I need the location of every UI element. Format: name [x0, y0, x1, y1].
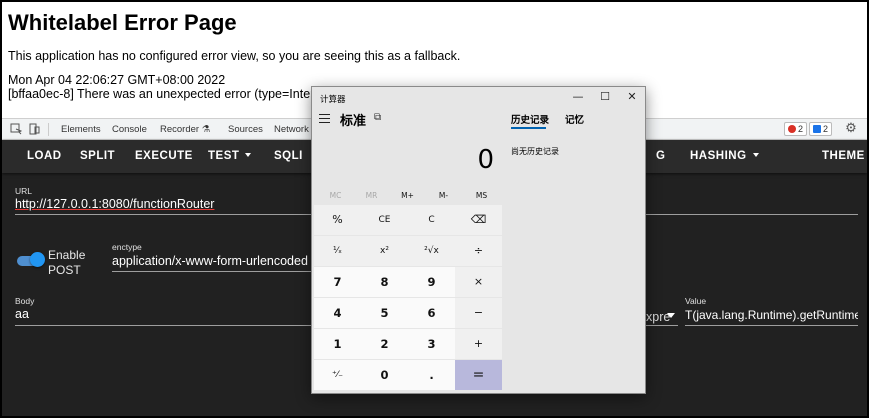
hamburger-menu-icon[interactable] [319, 114, 330, 123]
hashing-menu-label: HASHING [690, 150, 747, 162]
active-tab-indicator [511, 127, 546, 129]
body-underline [15, 325, 311, 326]
clear-entry-button[interactable]: CE [361, 205, 408, 235]
memory-store-button[interactable]: MS [458, 191, 505, 200]
enctype-label: enctype [112, 242, 142, 252]
digit-9-button[interactable]: 9 [408, 267, 455, 297]
digit-4-button[interactable]: 4 [314, 298, 361, 328]
load-button[interactable]: LOAD [27, 150, 62, 162]
error-icon [788, 125, 796, 133]
split-button[interactable]: SPLIT [80, 150, 115, 162]
digit-6-button[interactable]: 6 [408, 298, 455, 328]
calculator-window: 计算器 — ☐ ✕ 标准 ⧉ 0 历史记录 记忆 尚无历史记录 MC MR M+… [311, 86, 646, 394]
sqli-menu[interactable]: SQLI [274, 150, 303, 162]
test-menu[interactable]: TEST [208, 150, 252, 162]
tab-history[interactable]: 历史记录 [511, 112, 549, 126]
url-underline-right [646, 214, 858, 215]
value-label: Value [685, 296, 707, 306]
enctype-underline [112, 271, 311, 272]
history-empty-text: 尚无历史记录 [511, 147, 559, 156]
theme-button[interactable]: THEME [822, 150, 865, 162]
calculator-mode-title: 标准 [340, 114, 367, 129]
device-toolbar-icon[interactable] [28, 123, 40, 135]
tab-elements[interactable]: Elements [61, 124, 101, 135]
square-button[interactable]: x² [361, 236, 408, 266]
url-input[interactable]: http://127.0.0.1:8080/functionRouter [15, 197, 214, 211]
partial-menu[interactable]: G [656, 150, 665, 162]
value-underline [685, 325, 858, 326]
divide-button[interactable]: ÷ [455, 236, 502, 266]
calculator-display: 0 [477, 145, 494, 175]
hashing-menu[interactable]: HASHING [690, 150, 759, 162]
inspect-element-icon[interactable] [10, 123, 23, 135]
body-input[interactable]: aa [15, 307, 29, 321]
tab-recorder-label: Recorder [160, 124, 200, 135]
decimal-button[interactable]: . [408, 360, 455, 390]
chevron-down-icon [245, 153, 252, 157]
error-message: [bffaa0ec-8] There was an unexpected err… [8, 87, 361, 101]
tab-network[interactable]: Network [274, 124, 309, 135]
digit-5-button[interactable]: 5 [361, 298, 408, 328]
add-button[interactable]: + [455, 329, 502, 359]
tab-recorder[interactable]: Recorder ⚗ [160, 124, 210, 135]
equals-button[interactable]: = [455, 360, 502, 390]
clear-button[interactable]: C [408, 205, 455, 235]
test-menu-label: TEST [208, 150, 240, 162]
body-label: Body [15, 296, 35, 306]
close-icon[interactable]: ✕ [622, 90, 642, 104]
select-underline [646, 325, 678, 326]
enable-post-label-2: POST [48, 263, 81, 277]
gear-icon[interactable]: ⚙ [845, 121, 857, 134]
calculator-title: 计算器 [320, 95, 346, 105]
errors-badge[interactable]: 2 [784, 122, 808, 136]
maximize-icon[interactable]: ☐ [595, 90, 615, 104]
enable-post-label-1: Enable [48, 248, 86, 262]
digit-0-button[interactable]: 0 [361, 360, 408, 390]
screenshot-frame: Whitelabel Error Page This application h… [0, 0, 869, 418]
error-page-title: Whitelabel Error Page [8, 10, 237, 35]
square-root-button[interactable]: ²√x [408, 236, 455, 266]
url-underline [15, 214, 311, 215]
digit-8-button[interactable]: 8 [361, 267, 408, 297]
value-input[interactable]: T(java.lang.Runtime).getRuntime() [685, 308, 858, 322]
keep-on-top-icon[interactable]: ⧉ [374, 112, 381, 123]
chevron-down-icon [752, 153, 759, 157]
errors-count: 2 [798, 124, 804, 134]
tab-sources[interactable]: Sources [228, 124, 263, 135]
digit-7-button[interactable]: 7 [314, 267, 361, 297]
error-timestamp: Mon Apr 04 22:06:27 GMT+08:00 2022 [8, 73, 226, 87]
chevron-down-icon[interactable] [667, 313, 675, 318]
backspace-button[interactable]: ⌫ [455, 205, 502, 235]
flask-icon: ⚗ [201, 124, 211, 135]
reciprocal-button[interactable]: ¹⁄ₓ [314, 236, 361, 266]
message-icon [813, 125, 821, 133]
toggle-knob[interactable] [30, 252, 45, 267]
digit-2-button[interactable]: 2 [361, 329, 408, 359]
tab-memory[interactable]: 记忆 [565, 112, 584, 126]
negate-button[interactable]: ⁺⁄₋ [314, 360, 361, 390]
minimize-icon[interactable]: — [568, 90, 588, 104]
error-description: This application has no configured error… [8, 49, 461, 63]
subtract-button[interactable]: − [455, 298, 502, 328]
digit-3-button[interactable]: 3 [408, 329, 455, 359]
tab-console[interactable]: Console [112, 124, 147, 135]
digit-1-button[interactable]: 1 [314, 329, 361, 359]
multiply-button[interactable]: × [455, 267, 502, 297]
messages-badge[interactable]: 2 [809, 122, 833, 136]
percent-button[interactable]: % [314, 205, 361, 235]
divider [48, 123, 49, 136]
execute-button[interactable]: EXECUTE [135, 150, 193, 162]
messages-count: 2 [823, 124, 829, 134]
url-label: URL [15, 186, 33, 196]
enctype-select[interactable]: application/x-www-form-urlencoded [112, 254, 308, 268]
